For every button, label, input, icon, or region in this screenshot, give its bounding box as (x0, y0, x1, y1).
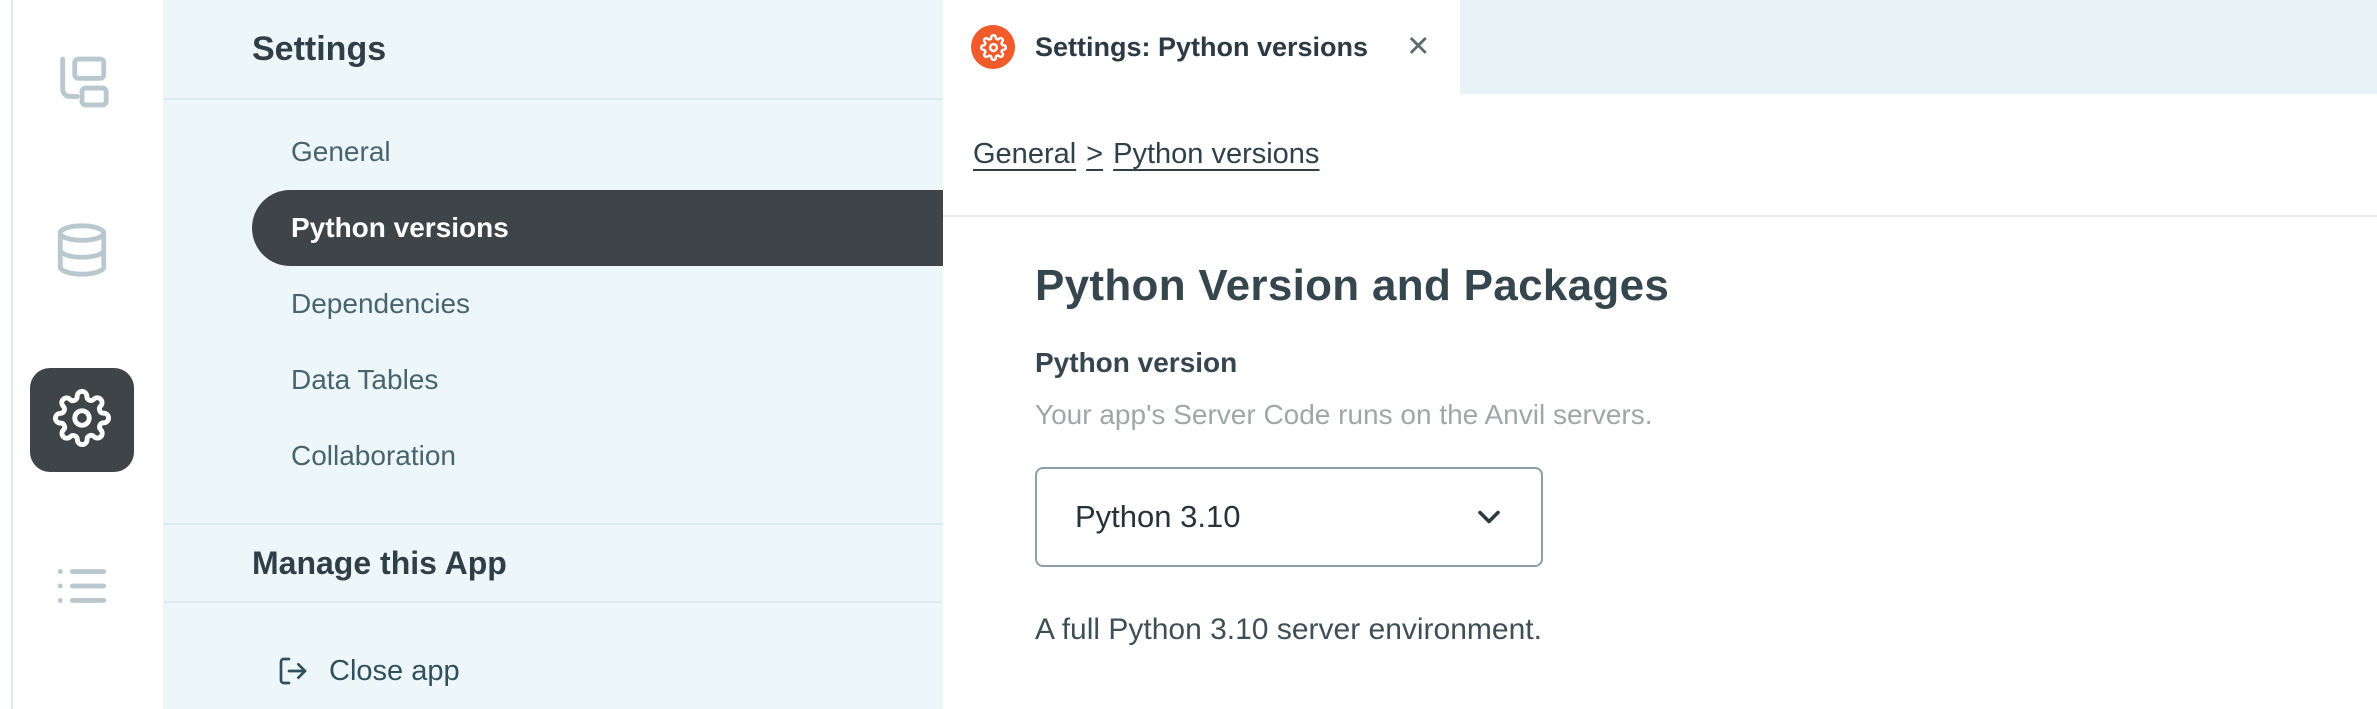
tab-close-icon[interactable]: ✕ (1406, 32, 1430, 62)
icon-rail (0, 0, 164, 709)
rail-settings-button[interactable] (29, 368, 134, 472)
python-version-description: A full Python 3.10 server environment. (1035, 613, 1542, 646)
breadcrumb-separator: > (1086, 138, 1104, 170)
sidebar-item-data-tables[interactable]: Data Tables (164, 342, 943, 418)
breadcrumb-link-python-versions[interactable]: Python versions (1113, 138, 1319, 170)
settings-content: Python Version and Packages Python versi… (943, 217, 2377, 647)
rail-app-structure-button[interactable] (30, 32, 134, 136)
sidebar-item-dependencies[interactable]: Dependencies (164, 266, 943, 342)
settings-tab-gear-icon (971, 25, 1015, 69)
exit-icon (277, 655, 309, 687)
main-panel: Settings: Python versions ✕ General > Pyth… (943, 0, 2377, 709)
breadcrumb-row: General > Python versions (943, 94, 2377, 217)
sidebar-actions: Close app (164, 603, 943, 709)
python-version-help-text: Your app's Server Code runs on the Anvil… (1035, 399, 1653, 430)
tab-settings-python-versions[interactable]: Settings: Python versions ✕ (943, 0, 1461, 94)
panel-divider (11, 0, 13, 709)
python-version-label: Python version (1035, 347, 1238, 378)
list-icon (53, 557, 111, 620)
breadcrumb-link-general[interactable]: General (973, 138, 1076, 170)
settings-sidebar: Settings General Python versions Depende… (164, 0, 943, 709)
sidebar-header: Settings (164, 0, 943, 100)
gear-icon (52, 388, 111, 452)
tab-title: Settings: Python versions (1035, 31, 1369, 62)
settings-nav: General Python versions Dependencies Dat… (164, 100, 943, 494)
close-app-button[interactable]: Close app (164, 633, 943, 709)
rail-logs-button[interactable] (30, 536, 134, 640)
rail-database-button[interactable] (30, 200, 134, 304)
python-version-selected-value: Python 3.10 (1075, 499, 1241, 534)
breadcrumb: General > Python versions (973, 138, 1319, 171)
python-version-select[interactable]: Python 3.10 (1035, 467, 1543, 567)
page-title: Python Version and Packages (1035, 261, 1670, 310)
app-window: Settings General Python versions Depende… (0, 0, 2377, 709)
sidebar-item-python-versions[interactable]: Python versions (252, 190, 943, 266)
sidebar-item-general[interactable]: General (164, 114, 943, 190)
manage-app-section-title: Manage this App (252, 544, 507, 581)
database-icon (53, 221, 111, 284)
chevron-down-icon (1471, 499, 1507, 535)
tab-bar: Settings: Python versions ✕ (943, 0, 2377, 94)
app-structure-icon (53, 53, 111, 116)
sidebar-title: Settings (252, 29, 387, 68)
sidebar-item-collaboration[interactable]: Collaboration (164, 418, 943, 494)
close-app-label: Close app (329, 654, 460, 687)
